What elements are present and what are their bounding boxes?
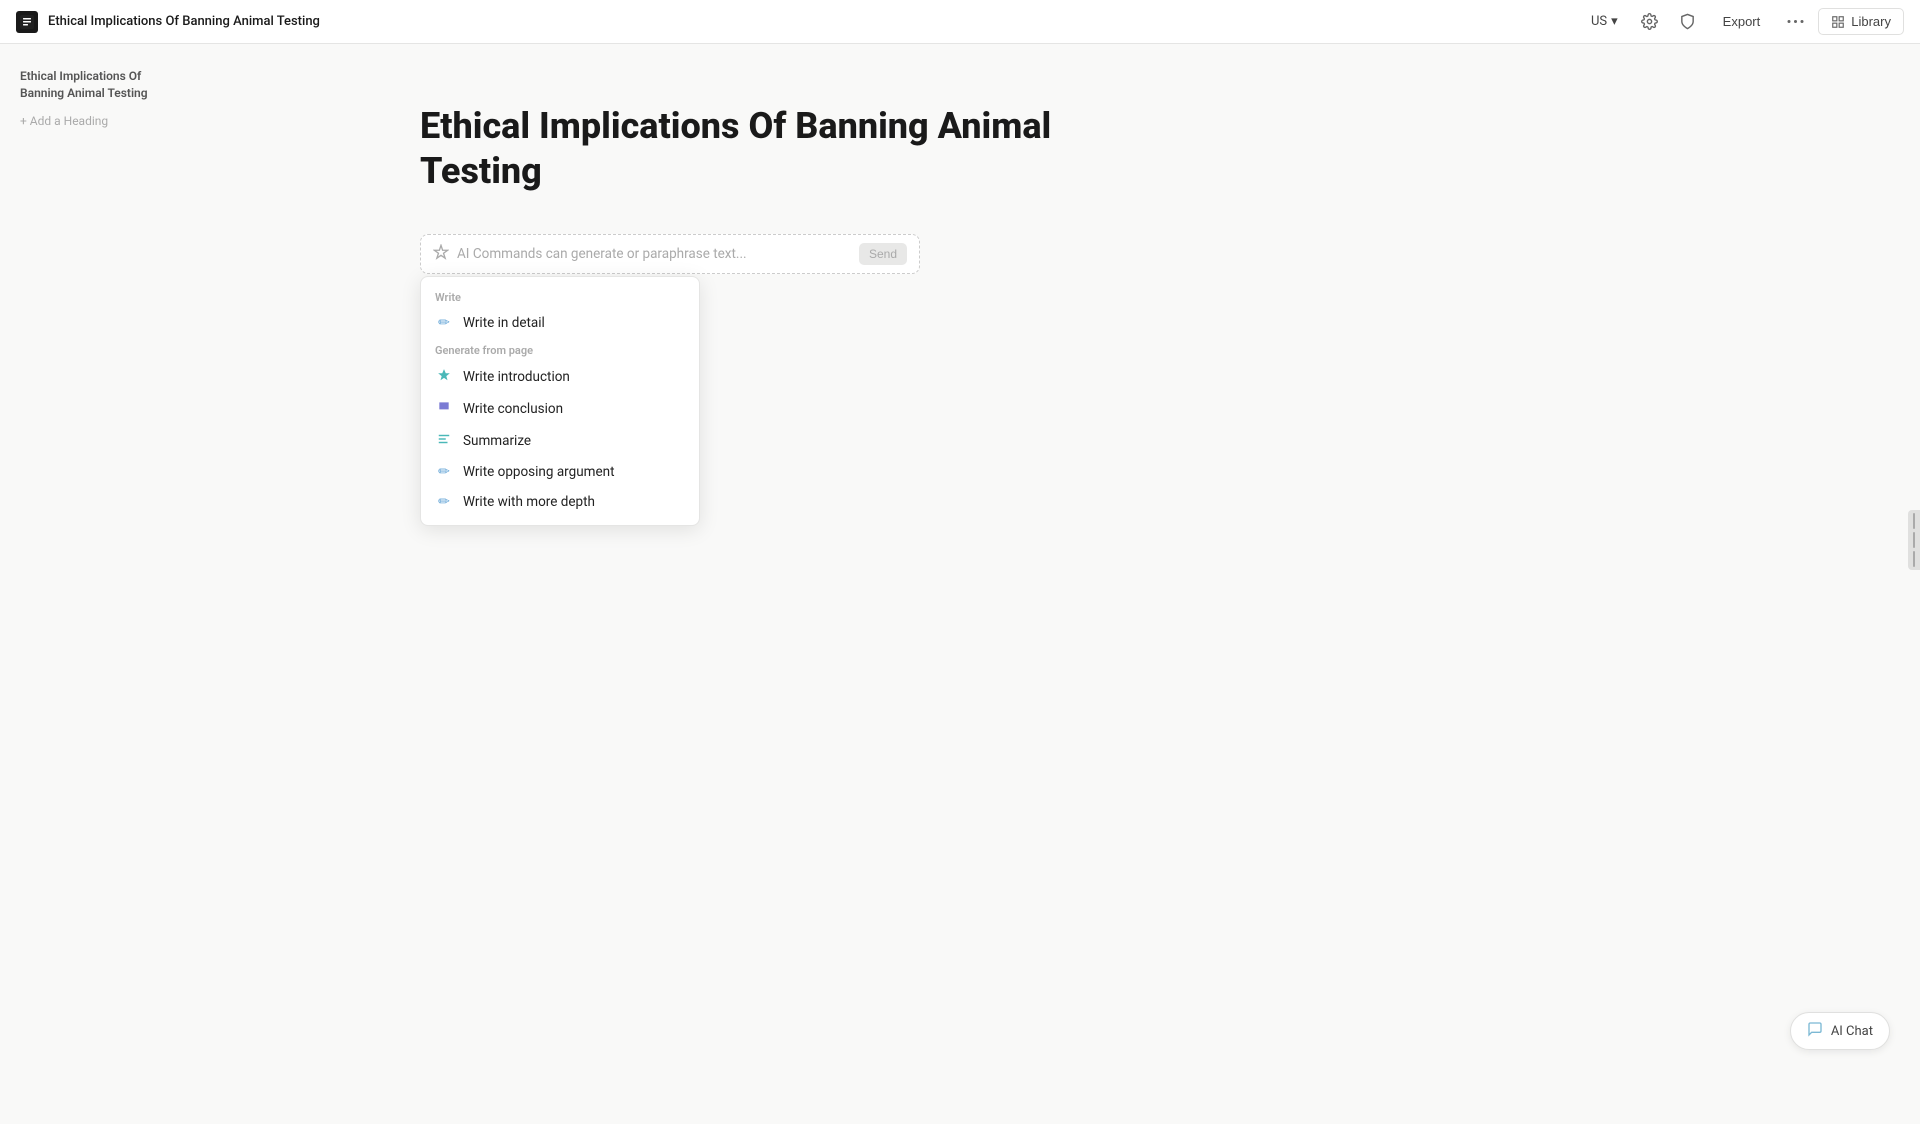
settings-button[interactable]	[1635, 7, 1665, 37]
chevron-down-icon: ▾	[1611, 14, 1618, 29]
add-heading-button[interactable]: + Add a Heading	[12, 110, 208, 132]
export-button[interactable]: Export	[1711, 9, 1773, 34]
generate-section-label: Generate from page	[421, 338, 699, 361]
summarize-item[interactable]: Summarize	[421, 425, 699, 457]
chat-bubble-icon	[1807, 1021, 1823, 1041]
sidebar: Ethical Implications Of Banning Animal T…	[0, 44, 220, 1080]
intro-icon	[435, 368, 453, 386]
topbar: Ethical Implications Of Banning Animal T…	[0, 0, 1920, 44]
write-with-more-depth-label: Write with more depth	[463, 494, 595, 510]
ai-input-placeholder[interactable]: AI Commands can generate or paraphrase t…	[457, 246, 851, 262]
write-opposing-argument-item[interactable]: ✏ Write opposing argument	[421, 457, 699, 487]
write-in-detail-label: Write in detail	[463, 315, 545, 331]
more-options-button[interactable]	[1780, 7, 1810, 37]
ai-chat-label: AI Chat	[1831, 1024, 1873, 1039]
export-label: Export	[1723, 14, 1761, 29]
sidebar-line-1	[1913, 513, 1915, 529]
conclude-icon	[435, 400, 453, 418]
pencil-icon: ✏	[435, 315, 453, 331]
write-conclusion-item[interactable]: Write conclusion	[421, 393, 699, 425]
write-opposing-argument-label: Write opposing argument	[463, 464, 615, 480]
write-introduction-item[interactable]: Write introduction	[421, 361, 699, 393]
ai-chat-button[interactable]: AI Chat	[1790, 1012, 1890, 1050]
oppose-icon: ✏	[435, 464, 453, 480]
sidebar-doc-title[interactable]: Ethical Implications Of Banning Animal T…	[12, 64, 208, 106]
language-label: US	[1591, 14, 1607, 29]
write-section-label: Write	[421, 285, 699, 308]
depth-icon: ✏	[435, 494, 453, 510]
shield-button[interactable]	[1673, 7, 1703, 37]
topbar-left: Ethical Implications Of Banning Animal T…	[16, 11, 320, 33]
main-content: Ethical Implications Of Banning Animal T…	[220, 44, 1920, 334]
sidebar-toggle-lines	[1913, 513, 1915, 567]
sidebar-line-2	[1913, 532, 1915, 548]
sidebar-line-3	[1913, 551, 1915, 567]
ai-sparkle-icon	[433, 244, 449, 264]
summarize-icon	[435, 432, 453, 450]
add-heading-label: + Add a Heading	[20, 114, 108, 128]
ai-commands-dropdown: Write ✏ Write in detail Generate from pa…	[420, 276, 700, 526]
library-label: Library	[1851, 14, 1891, 29]
page-title: Ethical Implications Of Banning Animal T…	[420, 104, 1120, 194]
doc-icon	[16, 11, 38, 33]
summarize-label: Summarize	[463, 433, 531, 449]
language-selector[interactable]: US ▾	[1582, 9, 1627, 34]
topbar-right: US ▾ Export Library	[1582, 7, 1904, 37]
write-in-detail-item[interactable]: ✏ Write in detail	[421, 308, 699, 338]
ai-commands-input-wrapper[interactable]: AI Commands can generate or paraphrase t…	[420, 234, 920, 274]
write-conclusion-label: Write conclusion	[463, 401, 563, 417]
right-sidebar-toggle[interactable]	[1908, 510, 1920, 570]
ai-commands-container: AI Commands can generate or paraphrase t…	[420, 234, 920, 274]
library-button[interactable]: Library	[1818, 8, 1904, 35]
write-introduction-label: Write introduction	[463, 369, 570, 385]
ai-send-button[interactable]: Send	[859, 243, 907, 265]
write-with-more-depth-item[interactable]: ✏ Write with more depth	[421, 487, 699, 517]
topbar-title: Ethical Implications Of Banning Animal T…	[48, 14, 320, 29]
